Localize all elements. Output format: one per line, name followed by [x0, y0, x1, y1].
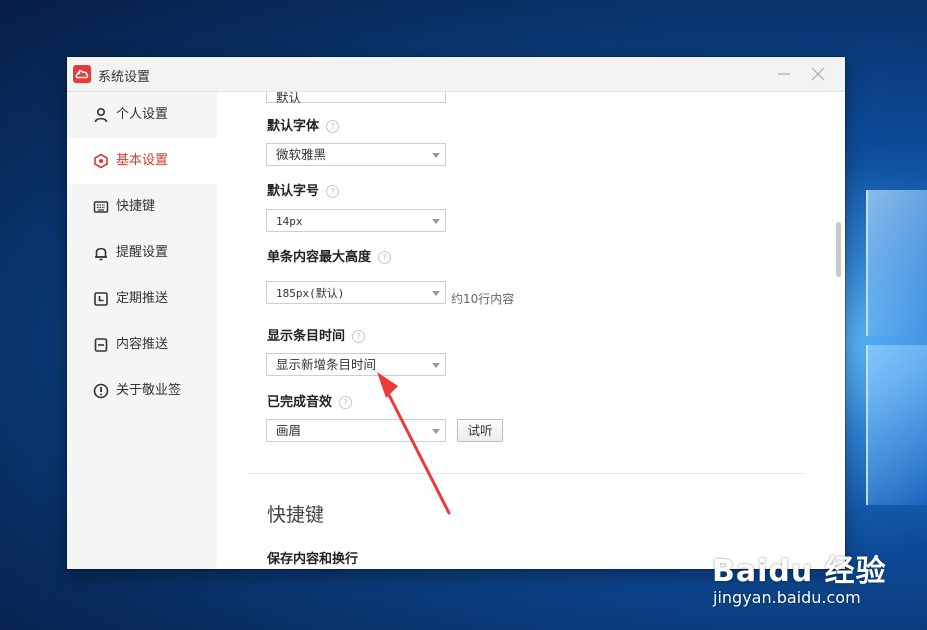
sidebar-item-personal[interactable]: 个人设置 — [67, 92, 217, 138]
close-button[interactable] — [807, 63, 829, 85]
max-height-label: 单条内容最大高度? — [267, 250, 392, 266]
help-icon[interactable]: ? — [326, 185, 340, 198]
scrollbar-thumb[interactable] — [836, 222, 841, 277]
show-time-select[interactable]: 显示新增条目时间 — [266, 353, 446, 376]
max-height-hint: 约10行内容 — [451, 292, 515, 306]
shortcuts-section-title: 快捷键 — [267, 504, 325, 526]
select-value: 微软雅黑 — [276, 147, 327, 162]
chevron-down-icon — [432, 153, 440, 158]
sidebar-item-label: 快捷键 — [116, 199, 156, 214]
sidebar-item-shortcuts[interactable]: 快捷键 — [67, 184, 217, 230]
label-text: 默认字体 — [267, 119, 320, 134]
chevron-down-icon — [432, 429, 440, 434]
max-height-select[interactable]: 185px(默认) — [266, 281, 446, 304]
select-value: 185px(默认) — [276, 287, 345, 300]
windows-logo-pane — [866, 345, 927, 505]
select-value: 14px — [276, 215, 303, 228]
bell-icon — [95, 247, 107, 261]
sidebar-item-label: 基本设置 — [116, 153, 169, 168]
sidebar-item-basic[interactable]: 基本设置 — [67, 138, 217, 184]
sidebar-item-label: 内容推送 — [116, 337, 169, 352]
preview-sound-button[interactable]: 试听 — [457, 419, 503, 442]
watermark-url: jingyan.baidu.com — [713, 588, 861, 607]
default-font-label: 默认字体? — [267, 119, 340, 135]
windows-logo-pane — [866, 190, 927, 336]
partial-select[interactable]: 默认 — [266, 92, 446, 105]
watermark-logo: Baidu 经验 — [712, 554, 887, 589]
sidebar-item-scheduled-push[interactable]: 定期推送 — [67, 276, 217, 322]
section-divider — [247, 473, 804, 474]
sidebar-item-content-push[interactable]: 内容推送 — [67, 322, 217, 368]
help-icon[interactable]: ? — [339, 396, 353, 409]
settings-hex-icon — [94, 153, 108, 169]
settings-window: 系统设置 个人设置 基本设置 快捷键 提醒设置 定期推送 内容推送 关于敬业签 … — [67, 57, 845, 569]
default-size-select[interactable]: 14px — [266, 209, 446, 232]
settings-content: 默认 默认字体? 微软雅黑 默认字号? 14px 单条内容最大高度? 185px… — [217, 92, 845, 569]
default-size-label: 默认字号? — [267, 184, 340, 200]
chevron-down-icon — [432, 291, 440, 296]
help-icon[interactable]: ? — [352, 330, 366, 343]
doc-icon — [94, 338, 108, 352]
sidebar-item-label: 个人设置 — [116, 107, 169, 122]
show-time-label: 显示条目时间? — [267, 329, 366, 345]
sidebar-item-label: 定期推送 — [116, 291, 169, 306]
done-sound-label: 已完成音效? — [267, 395, 353, 411]
label-text: 显示条目时间 — [267, 329, 346, 344]
chevron-down-icon — [432, 219, 440, 224]
baidu-watermark: Baidu 经验 jingyan.baidu.com — [712, 546, 887, 607]
save-newline-label: 保存内容和换行 — [267, 552, 359, 567]
minimize-button[interactable] — [773, 63, 795, 85]
help-icon[interactable]: ? — [378, 251, 392, 264]
default-font-select[interactable]: 微软雅黑 — [266, 143, 446, 166]
sidebar-item-about[interactable]: 关于敬业签 — [67, 368, 217, 414]
select-value: 默认 — [276, 92, 302, 105]
done-sound-select[interactable]: 画眉 — [266, 419, 446, 442]
keyboard-icon — [93, 201, 109, 213]
label-text: 已完成音效 — [267, 395, 333, 410]
clock-icon — [94, 292, 108, 306]
user-icon — [94, 107, 108, 123]
window-title: 系统设置 — [98, 70, 151, 85]
sidebar-item-label: 关于敬业签 — [116, 383, 182, 398]
sidebar-item-label: 提醒设置 — [116, 245, 169, 260]
select-value: 显示新增条目时间 — [276, 357, 377, 372]
app-logo-icon — [73, 65, 91, 83]
label-text: 单条内容最大高度 — [267, 250, 372, 265]
sidebar-item-reminder[interactable]: 提醒设置 — [67, 230, 217, 276]
info-icon — [93, 383, 109, 399]
sidebar: 个人设置 基本设置 快捷键 提醒设置 定期推送 内容推送 关于敬业签 — [67, 92, 217, 569]
title-bar: 系统设置 — [67, 57, 845, 92]
chevron-down-icon — [432, 363, 440, 368]
help-icon[interactable]: ? — [326, 120, 340, 133]
close-icon — [811, 67, 825, 81]
minimize-icon — [778, 73, 790, 75]
select-value: 画眉 — [276, 423, 302, 438]
label-text: 默认字号 — [267, 184, 320, 199]
